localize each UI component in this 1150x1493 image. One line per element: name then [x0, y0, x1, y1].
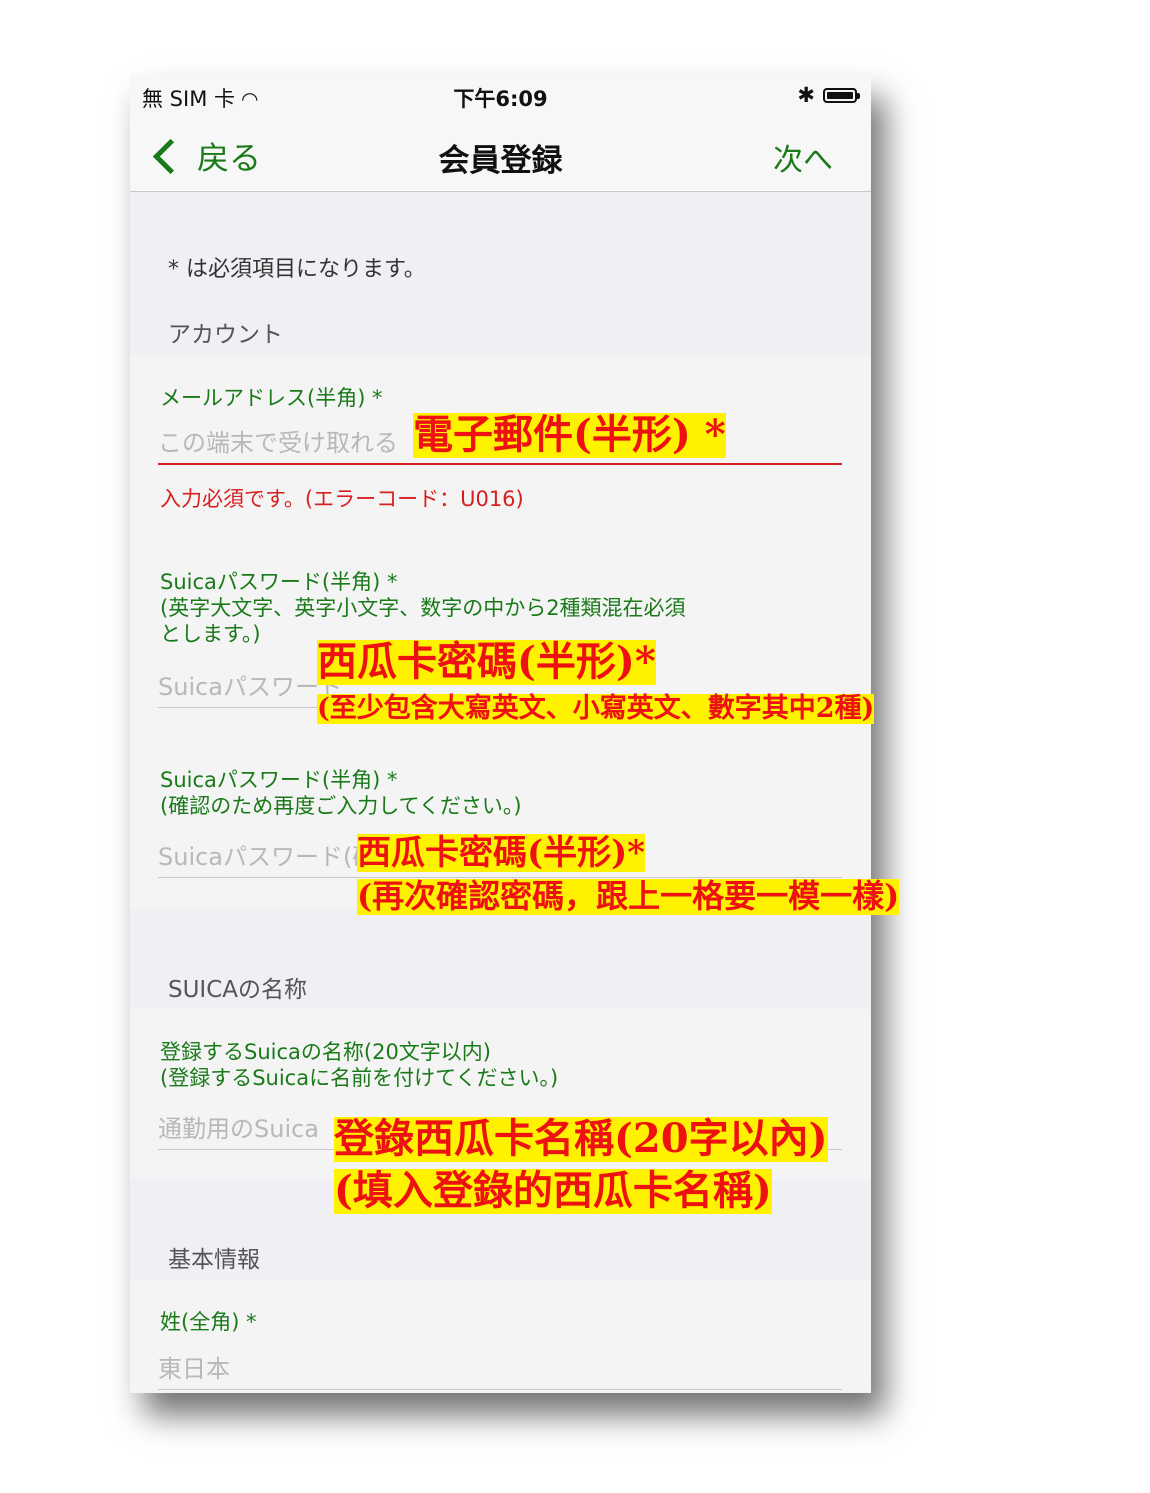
basic-info-group: 姓(全角) * — [130, 1279, 871, 1393]
email-label: メールアドレス(半角) * — [160, 386, 383, 410]
status-bar: 無 SIM 卡 ◠ 下午6:09 ✱ — [130, 75, 871, 119]
suica-name-label: 登録するSuicaの名称(20文字以内) (登録するSuicaに名前を付けてくだ… — [160, 1040, 559, 1090]
next-button[interactable]: 次へ — [773, 135, 833, 179]
section-header-suica-name: SUICAの名称 — [168, 977, 308, 1003]
surname-label: 姓(全角) * — [160, 1310, 257, 1334]
email-error-message: 入力必須です。(エラーコード：U016) — [160, 487, 524, 511]
page-title: 会員登録 — [438, 143, 563, 179]
annotation-password-note: (至少包含大寫英文、小寫英文、數字其中2種) — [317, 693, 875, 725]
bluetooth-icon: ✱ — [797, 83, 815, 107]
required-note: * は必須項目になります。 — [168, 257, 426, 282]
annotation-confirm-note: (再次確認密碼，跟上一格要一模一樣) — [357, 877, 900, 915]
navigation-bar: 戻る 会員登録 次へ — [130, 119, 871, 192]
surname-input[interactable] — [158, 1349, 842, 1390]
annotation-name-title: 登錄西瓜卡名稱(20字以內) — [334, 1115, 828, 1162]
password-label: Suicaパスワード(半角) * (英字大文字、英字小文字、数字の中から2種類混… — [160, 570, 686, 646]
section-header-basic-info: 基本情報 — [168, 1247, 260, 1273]
annotation-name-note: (填入登錄的西瓜卡名稱) — [334, 1167, 772, 1214]
battery-icon — [823, 87, 860, 103]
password-confirm-label: Suicaパスワード(半角) * (確認のため再度ご入力してください。) — [160, 768, 522, 818]
annotation-password-title: 西瓜卡密碼(半形)* — [317, 638, 656, 685]
section-header-account: アカウント — [168, 322, 283, 348]
annotation-confirm-title: 西瓜卡密碼(半形)* — [357, 833, 645, 873]
status-time: 下午6:09 — [453, 87, 548, 111]
annotation-email: 電子郵件(半形) * — [413, 411, 726, 458]
